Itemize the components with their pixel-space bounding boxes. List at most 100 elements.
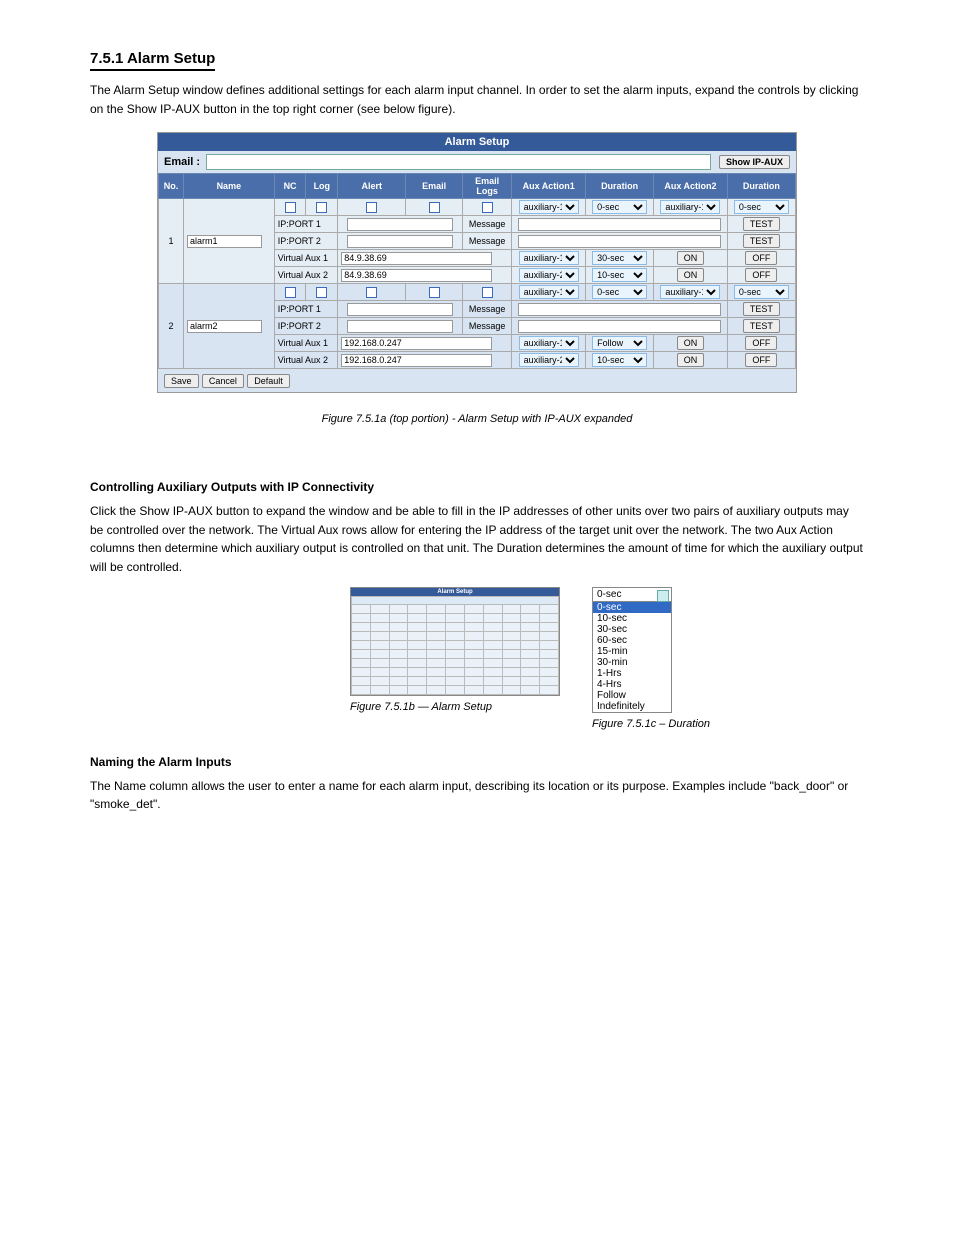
col-log: Log [306,174,338,199]
duration-option[interactable]: 60-sec [593,635,671,646]
duration-option[interactable]: 10-sec [593,613,671,624]
vaux1-ip-input[interactable] [341,337,491,350]
alert-checkbox[interactable] [366,287,377,298]
intro-paragraph: The Alarm Setup window defines additiona… [90,81,864,118]
vaux-duration-select[interactable]: Follow [592,336,647,350]
duration2-select[interactable]: 0-sec [734,285,789,299]
aux-action1-select[interactable]: auxiliary-1 [519,285,579,299]
alarm-name-input[interactable] [187,235,262,248]
duration1-select[interactable]: 0-sec [592,285,647,299]
vaux-select[interactable]: auxiliary-2 [519,353,579,367]
cell-no: 2 [159,284,184,369]
aux-intro-paragraph: Click the Show IP-AUX button to expand t… [90,502,864,576]
on-button[interactable]: ON [677,336,705,350]
off-button[interactable]: OFF [745,336,777,350]
alarm-setup-screenshot: Alarm Setup Email : Show IP-AUX No. Name… [157,132,797,393]
alarm-table: No. Name NC Log Alert Email Email Logs A… [158,173,796,369]
aux-action2-select[interactable]: auxiliary-1 [660,285,720,299]
off-button[interactable]: OFF [745,251,777,265]
duration-dropdown-open[interactable]: 0-sec 0-sec 10-sec 30-sec 60-sec 15-min … [592,587,672,713]
ipport1-input[interactable] [347,218,453,231]
message2-input[interactable] [518,235,720,248]
ipport2-input[interactable] [347,320,453,333]
test-button[interactable]: TEST [743,319,780,333]
message1-input[interactable] [518,303,720,316]
on-button[interactable]: ON [677,251,705,265]
cell-no: 1 [159,199,184,284]
ipport1-label: IP:PORT 1 [274,216,338,233]
message2-input[interactable] [518,320,720,333]
ipport2-label: IP:PORT 2 [274,233,338,250]
message-label: Message [462,233,511,250]
off-button[interactable]: OFF [745,268,777,282]
on-button[interactable]: ON [677,268,705,282]
figure-caption-a: Figure 7.5.1a (top portion) - Alarm Setu… [90,411,864,428]
vaux-duration-select[interactable]: 30-sec [592,251,647,265]
test-button[interactable]: TEST [743,217,780,231]
elogs-checkbox[interactable] [482,202,493,213]
log-checkbox[interactable] [316,202,327,213]
section-title: 7.5.1 Alarm Setup [90,50,215,71]
off-button[interactable]: OFF [745,353,777,367]
duration-option[interactable]: 30-min [593,657,671,668]
aux-action1-select[interactable]: auxiliary-1 [519,200,579,214]
duration-option[interactable]: 1-Hrs [593,668,671,679]
elogs-checkbox[interactable] [482,287,493,298]
ipport2-input[interactable] [347,235,453,248]
default-button[interactable]: Default [247,374,290,388]
vaux-duration-select[interactable]: 10-sec [592,268,647,282]
duration-option[interactable]: Follow [593,690,671,701]
log-checkbox[interactable] [316,287,327,298]
vaux-select[interactable]: auxiliary-1 [519,336,579,350]
save-button[interactable]: Save [164,374,199,388]
on-button[interactable]: ON [677,353,705,367]
email-checkbox[interactable] [429,287,440,298]
table-row: 1 auxiliary-1 0-sec auxiliary-1 0-sec [159,199,796,216]
figure-caption-b: Figure 7.5.1b — Alarm Setup [350,699,560,716]
duration-option[interactable]: 0-sec [593,602,671,613]
duration1-select[interactable]: 0-sec [592,200,647,214]
message1-input[interactable] [518,218,720,231]
col-aa1: Aux Action1 [512,174,586,199]
table-row: 2 auxiliary-1 0-sec auxiliary-1 0-sec [159,284,796,301]
cancel-button[interactable]: Cancel [202,374,244,388]
col-no: No. [159,174,184,199]
col-aa2: Aux Action2 [654,174,728,199]
email-label: Email : [164,156,200,168]
col-elogs: Email Logs [462,174,511,199]
vaux2-ip-input[interactable] [341,354,491,367]
ipport1-input[interactable] [347,303,453,316]
col-dur2: Duration [727,174,795,199]
vaux2-ip-input[interactable] [341,269,491,282]
email-checkbox[interactable] [429,202,440,213]
duration-option[interactable]: Indefinitely [593,701,671,712]
nc-checkbox[interactable] [285,202,296,213]
duration-option[interactable]: 4-Hrs [593,679,671,690]
col-email: Email [406,174,463,199]
aux-action2-select[interactable]: auxiliary-1 [660,200,720,214]
alert-checkbox[interactable] [366,202,377,213]
test-button[interactable]: TEST [743,302,780,316]
screenshot-title: Alarm Setup [158,133,796,151]
subsection-naming: Naming the Alarm Inputs [90,755,864,769]
vaux-select[interactable]: auxiliary-2 [519,268,579,282]
thumbnail-screenshot: Alarm Setup [350,587,560,696]
vaux2-label: Virtual Aux 2 [274,267,338,284]
col-alert: Alert [338,174,406,199]
nc-checkbox[interactable] [285,287,296,298]
duration-option[interactable]: 30-sec [593,624,671,635]
vaux1-label: Virtual Aux 1 [274,250,338,267]
alarm-name-input[interactable] [187,320,262,333]
duration2-select[interactable]: 0-sec [734,200,789,214]
email-input[interactable] [206,154,711,170]
test-button[interactable]: TEST [743,234,780,248]
vaux-select[interactable]: auxiliary-1 [519,251,579,265]
duration-selected: 0-sec [593,588,671,602]
col-dur: Duration [586,174,654,199]
col-nc: NC [274,174,306,199]
vaux1-ip-input[interactable] [341,252,491,265]
show-ipaux-button[interactable]: Show IP-AUX [719,155,790,169]
message-label: Message [462,216,511,233]
duration-option[interactable]: 15-min [593,646,671,657]
vaux-duration-select[interactable]: 10-sec [592,353,647,367]
